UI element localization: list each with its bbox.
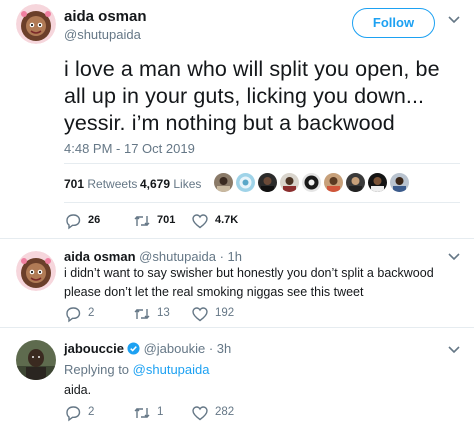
reply-text: i didn’t want to say swisher but honestl…: [64, 266, 434, 299]
avatar[interactable]: [16, 251, 56, 291]
retweet-icon: [134, 309, 150, 319]
liker-avatar[interactable]: [302, 173, 321, 192]
reply-count: 26: [88, 214, 101, 226]
like-icon: [192, 307, 208, 322]
username[interactable]: @shutupaida: [64, 27, 141, 42]
reply-count: 2: [88, 406, 95, 418]
tweet-stats: 701 Retweets 4,679 Likes: [64, 163, 460, 203]
avatar[interactable]: [16, 340, 56, 380]
liker-avatar[interactable]: [280, 173, 299, 192]
tweet-actions: 2 13 192: [64, 304, 364, 324]
likes-count: 4,679: [140, 177, 171, 191]
reply-author[interactable]: aida osman @shutupaida · 1h: [64, 249, 242, 264]
reply-tweet[interactable]: jabouccie @jaboukie · 3h Replying to @sh…: [0, 328, 474, 424]
retweets-label: Retweets: [87, 177, 138, 191]
likes-label: Likes: [173, 177, 202, 191]
replying-prefix: Replying to: [64, 362, 130, 377]
mention-link[interactable]: @shutupaida: [133, 362, 210, 377]
tweet-text: i love a man who will split you open, be…: [64, 57, 440, 135]
reply-tweet[interactable]: aida osman @shutupaida · 1h i didn’t wan…: [0, 239, 474, 327]
liker-avatar[interactable]: [390, 173, 409, 192]
reply-icon: [66, 307, 81, 323]
display-name[interactable]: aida osman: [64, 249, 136, 264]
display-name[interactable]: aida osman: [64, 8, 147, 25]
retweet-count: 1: [157, 406, 164, 418]
display-name[interactable]: jabouccie: [64, 341, 124, 356]
likes-stat[interactable]: 4,679 Likes: [140, 177, 201, 191]
reply-icon: [66, 406, 81, 422]
retweets-count: 701: [64, 177, 85, 191]
liker-avatar[interactable]: [258, 173, 277, 192]
retweet-icon: [134, 408, 150, 418]
retweet-count: 701: [157, 214, 176, 226]
retweet-count: 13: [157, 307, 170, 319]
like-count: 282: [215, 406, 235, 418]
caret-down-icon[interactable]: [448, 16, 460, 24]
like-icon: [192, 406, 208, 421]
verified-badge-icon: [127, 342, 140, 355]
replying-to: Replying to @shutupaida: [64, 362, 209, 377]
retweets-stat[interactable]: 701 Retweets: [64, 177, 137, 191]
username-and-time[interactable]: @jaboukie · 3h: [144, 341, 232, 356]
reply-author[interactable]: jabouccie @jaboukie · 3h: [64, 341, 231, 356]
liker-avatar[interactable]: [324, 173, 343, 192]
liker-avatar[interactable]: [214, 173, 233, 192]
tweet-timestamp[interactable]: 4:48 PM - 17 Oct 2019: [64, 141, 195, 156]
reply-count: 2: [88, 307, 95, 319]
username-and-time[interactable]: @shutupaida · 1h: [139, 249, 242, 264]
reply-icon: [66, 214, 81, 230]
tweet-actions: 26 701 4.7K: [64, 211, 364, 231]
reply-text: aida.: [64, 383, 92, 397]
caret-down-icon[interactable]: [448, 253, 460, 261]
tweet-actions: 2 1 282: [64, 403, 364, 423]
like-count: 192: [215, 307, 235, 319]
caret-down-icon[interactable]: [448, 346, 460, 354]
retweet-icon: [134, 216, 150, 226]
like-count: 4.7K: [215, 214, 239, 226]
like-icon: [192, 214, 208, 229]
liker-avatar[interactable]: [236, 173, 255, 192]
follow-button[interactable]: Follow: [352, 8, 435, 38]
liker-avatar[interactable]: [368, 173, 387, 192]
avatar[interactable]: [16, 4, 56, 44]
liker-avatar[interactable]: [346, 173, 365, 192]
main-tweet: aida osman @shutupaida Follow i love a m…: [0, 0, 474, 238]
